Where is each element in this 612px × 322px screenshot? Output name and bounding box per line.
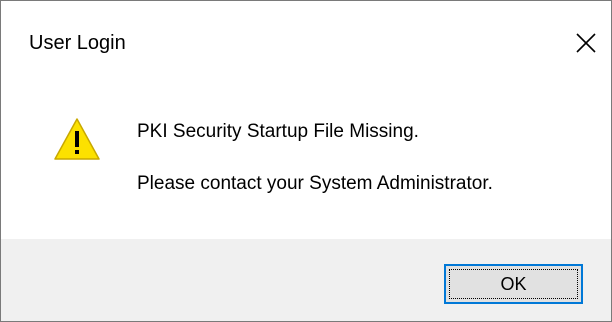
dialog-footer: OK	[1, 239, 611, 321]
close-icon	[576, 33, 596, 53]
message-line-2: Please contact your System Administrator…	[137, 173, 493, 194]
close-button[interactable]	[561, 15, 611, 71]
dialog-content: PKI Security Startup File Missing. Pleas…	[1, 85, 611, 239]
warning-icon	[54, 118, 100, 160]
window-title: User Login	[29, 32, 126, 54]
message-line-1: PKI Security Startup File Missing.	[137, 121, 419, 142]
ok-button-label: OK	[500, 273, 527, 294]
ok-button[interactable]: OK	[444, 264, 583, 304]
message-dialog: User Login PKI Security Startup File Mis…	[0, 0, 612, 322]
title-bar: User Login	[1, 1, 611, 85]
